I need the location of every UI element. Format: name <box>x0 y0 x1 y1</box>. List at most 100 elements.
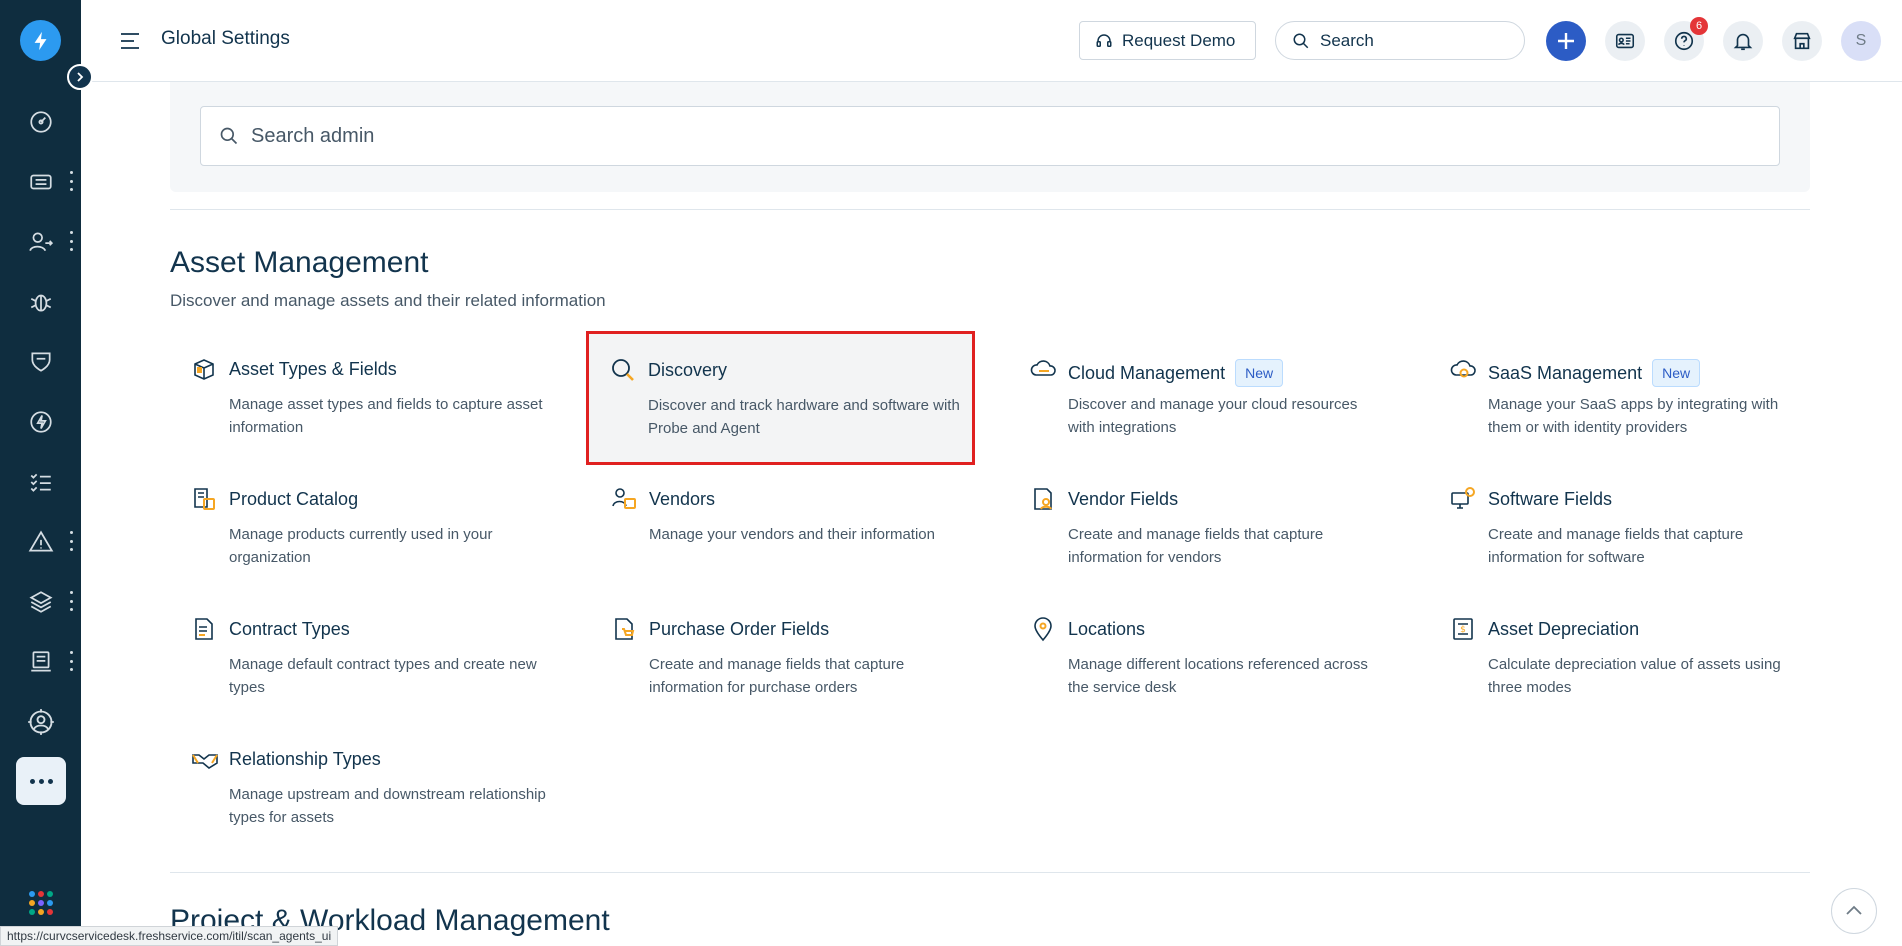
section-divider <box>170 209 1810 210</box>
card-title: Discovery <box>648 360 728 380</box>
request-demo-button[interactable]: Request Demo <box>1079 21 1256 60</box>
freshservice-logo-icon[interactable] <box>20 20 61 61</box>
section-divider <box>170 872 1810 873</box>
assets-layers-icon[interactable] <box>20 581 62 623</box>
card-title: Purchase Order Fields <box>649 619 830 639</box>
card-saas-management[interactable]: SaaS Management New Manage your SaaS apps… <box>1429 333 1819 463</box>
card-software-fields[interactable]: Software Fields Create and manage fields… <box>1429 463 1819 593</box>
help-badge: 6 <box>1690 17 1708 35</box>
card-purchase-order-fields[interactable]: Purchase Order Fields Create and manage … <box>590 593 980 723</box>
card-discovery[interactable]: Discovery Discover and track hardware an… <box>586 331 975 465</box>
assets-more-icon[interactable] <box>67 591 75 611</box>
tickets-icon[interactable] <box>20 161 62 203</box>
admin-search-placeholder: Search admin <box>251 124 375 147</box>
card-asset-depreciation[interactable]: $ Asset Depreciation Calculate depreciat… <box>1429 593 1819 723</box>
global-search-input[interactable]: Search <box>1275 21 1525 60</box>
contact-card-icon <box>1615 33 1635 49</box>
card-asset-types-fields[interactable]: Asset Types & Fields Manage asset types … <box>170 333 560 463</box>
card-description: Create and manage fields that capture in… <box>1488 526 1744 566</box>
notifications-button[interactable] <box>1723 21 1763 61</box>
card-description: Manage your SaaS apps by integrating wit… <box>1488 396 1779 436</box>
create-new-button[interactable] <box>1546 21 1586 61</box>
alerts-more-icon[interactable] <box>67 531 75 551</box>
card-description: Calculate depreciation value of assets u… <box>1488 656 1781 696</box>
bell-icon <box>1733 33 1753 51</box>
top-header: Global Settings Request Demo Search 6 S <box>81 0 1902 82</box>
knowledge-more-icon[interactable] <box>67 651 75 671</box>
requesters-icon[interactable] <box>20 221 62 263</box>
tasks-list-icon[interactable] <box>20 461 62 503</box>
store-icon <box>1793 32 1811 50</box>
global-search-placeholder: Search <box>1320 30 1374 50</box>
more-apps-button[interactable] <box>16 757 66 805</box>
help-button[interactable]: 6 <box>1664 17 1708 61</box>
card-cloud-management[interactable]: Cloud Management New Discover and manage … <box>1009 333 1399 463</box>
card-title: Cloud Management <box>1068 362 1226 383</box>
card-description: Manage products currently used in your o… <box>229 526 493 566</box>
card-description: Manage upstream and downstream relations… <box>229 786 546 826</box>
card-relationship-types[interactable]: Relationship Types Manage upstream and d… <box>170 723 560 853</box>
asset-depreciation-icon: $ <box>1449 615 1477 643</box>
card-description: Manage different locations referenced ac… <box>1068 656 1368 696</box>
card-vendor-fields[interactable]: Vendor Fields Create and manage fields t… <box>1009 463 1399 593</box>
card-product-catalog[interactable]: Product Catalog Manage products currentl… <box>170 463 560 593</box>
tickets-more-icon[interactable] <box>67 171 75 191</box>
left-navigation-rail <box>0 0 81 946</box>
card-description: Create and manage fields that capture in… <box>649 656 905 696</box>
card-title: Vendors <box>649 489 716 509</box>
requesters-more-icon[interactable] <box>67 231 75 251</box>
problems-bug-icon[interactable] <box>20 281 62 323</box>
new-badge: New <box>1652 359 1701 387</box>
marketplace-button[interactable] <box>1782 21 1822 61</box>
headset-icon <box>1096 33 1112 47</box>
card-title: Locations <box>1068 619 1146 639</box>
hamburger-menu-icon[interactable] <box>119 30 141 52</box>
search-icon <box>1293 33 1309 48</box>
purchase-order-icon <box>610 615 638 643</box>
admin-search-input[interactable]: Search admin <box>200 106 1780 166</box>
svg-text:$: $ <box>1460 625 1466 635</box>
new-badge: New <box>1235 359 1284 387</box>
contact-card-button[interactable] <box>1605 21 1645 61</box>
scroll-to-top-button[interactable] <box>1831 888 1877 934</box>
alerts-warning-icon[interactable] <box>20 521 62 563</box>
status-bar-url: https://curvcservicedesk.freshservice.co… <box>0 926 339 946</box>
card-locations[interactable]: Locations Manage different locations ref… <box>1009 593 1399 723</box>
card-title: SaaS Management <box>1488 362 1643 383</box>
card-vendors[interactable]: Vendors Manage your vendors and their in… <box>590 463 980 593</box>
changes-shield-icon[interactable] <box>20 341 62 383</box>
card-title: Relationship Types <box>229 749 381 769</box>
search-icon <box>220 127 238 145</box>
software-fields-icon <box>1449 485 1477 513</box>
cloud-management-icon <box>1029 355 1057 383</box>
card-contract-types[interactable]: Contract Types Manage default contract t… <box>170 593 560 723</box>
card-description: Discover and manage your cloud resources… <box>1068 396 1358 436</box>
plus-icon <box>1558 33 1574 49</box>
card-description: Manage asset types and fields to capture… <box>229 396 543 436</box>
card-description: Create and manage fields that capture in… <box>1068 526 1324 566</box>
expand-rail-toggle[interactable] <box>67 64 93 90</box>
admin-search-container: Search admin <box>170 82 1810 192</box>
card-description: Manage default contract types and create… <box>229 656 537 696</box>
section-description: Discover and manage assets and their rel… <box>170 291 606 310</box>
asset-types-icon <box>190 355 218 383</box>
dashboard-icon[interactable] <box>20 101 62 143</box>
card-title: Asset Types & Fields <box>229 359 397 379</box>
relationship-types-icon <box>190 745 218 773</box>
card-title: Asset Depreciation <box>1488 619 1640 639</box>
app-switcher-icon[interactable] <box>29 891 53 915</box>
help-question-icon <box>1674 31 1694 51</box>
card-title: Product Catalog <box>229 489 359 509</box>
knowledge-icon[interactable] <box>20 641 62 683</box>
discovery-icon <box>609 356 637 384</box>
admin-settings-icon[interactable] <box>20 701 62 743</box>
card-description: Discover and track hardware and software… <box>648 397 960 437</box>
releases-icon[interactable] <box>20 401 62 443</box>
user-avatar[interactable]: S <box>1841 21 1881 61</box>
request-demo-label: Request Demo <box>1122 30 1236 50</box>
card-title: Contract Types <box>229 619 350 639</box>
contract-types-icon <box>190 615 218 643</box>
vendors-icon <box>610 485 638 513</box>
card-title: Vendor Fields <box>1068 489 1179 509</box>
location-pin-icon <box>1029 615 1057 643</box>
